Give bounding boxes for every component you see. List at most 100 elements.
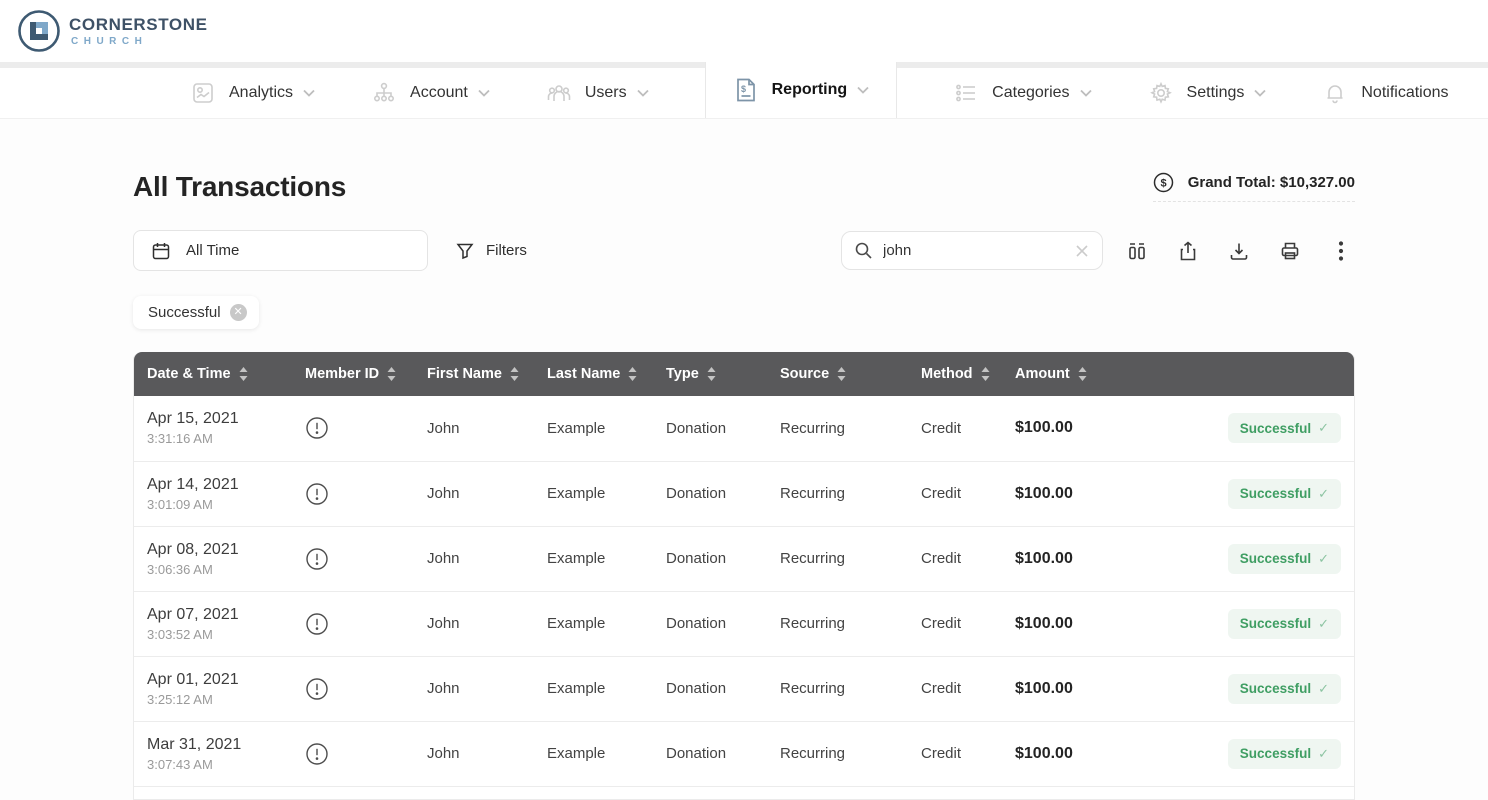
cell-status: Successful ✓ [1128,461,1354,526]
cell-amount: $100.00 [1002,591,1128,656]
chevron-down-icon [637,89,649,97]
nav-item-users[interactable]: Users [546,68,649,118]
chevron-down-icon [1080,89,1092,97]
info-icon[interactable] [305,547,414,571]
cell-date-time: Apr 08, 2021 3:06:36 AM [134,526,292,591]
grand-total-value: Grand Total: $10,327.00 [1188,174,1355,191]
filter-chip-successful[interactable]: Successful ✕ [133,296,259,329]
account-hierarchy-icon [371,80,397,106]
check-icon: ✓ [1318,420,1329,436]
cell-member-id [292,461,414,526]
cell-member-id [292,721,414,786]
brand-line1: CORNERSTONE [69,15,208,35]
categories-list-icon [953,80,979,106]
filter-chip-label: Successful [148,304,221,321]
columns-icon[interactable] [1123,237,1151,265]
cell-amount: $100.00 [1002,721,1128,786]
info-icon[interactable] [305,416,414,440]
cell-method: Credit [908,656,1002,721]
status-badge: Successful ✓ [1228,544,1341,574]
cell-status: Successful ✓ [1128,396,1354,461]
print-icon[interactable] [1276,237,1304,265]
column-header-last-name[interactable]: Last Name [534,352,653,396]
cell-last-name: Example [534,396,653,461]
column-header-date-time[interactable]: Date & Time [134,352,292,396]
date-range-select[interactable]: All Time [133,230,428,271]
status-label: Successful [1240,421,1311,436]
column-header-source[interactable]: Source [767,352,908,396]
brand-logo[interactable]: CORNERSTONE CHURCH [16,8,208,54]
column-header-method[interactable]: Method [908,352,1002,396]
cell-type: Donation [653,591,767,656]
cell-first-name: John [414,396,534,461]
table-row[interactable]: Apr 01, 2021 3:25:12 AM John Example Don… [134,656,1354,721]
more-options-kebab-icon[interactable] [1327,237,1355,265]
cell-first-name: John [414,656,534,721]
sort-icon [239,367,248,381]
sort-icon [628,367,637,381]
clear-search-icon[interactable] [1074,243,1090,259]
info-icon[interactable] [305,482,414,506]
analytics-icon [190,80,216,106]
check-icon: ✓ [1318,746,1329,762]
transaction-date: Apr 15, 2021 [147,410,292,428]
cell-status: Successful ✓ [1128,721,1354,786]
table-row[interactable]: Apr 07, 2021 3:03:52 AM John Example Don… [134,591,1354,656]
column-header-first-name[interactable]: First Name [414,352,534,396]
funnel-icon [456,242,474,260]
brand-name: CORNERSTONE CHURCH [69,15,208,47]
chevron-down-icon [857,86,869,94]
nav-item-categories[interactable]: Categories [953,68,1091,118]
cell-source: Recurring [767,591,908,656]
cell-first-name: John [414,591,534,656]
nav-item-notifications[interactable]: Notifications [1322,68,1448,118]
share-icon[interactable] [1174,237,1202,265]
download-icon[interactable] [1225,237,1253,265]
cell-type: Donation [653,461,767,526]
remove-chip-icon[interactable]: ✕ [230,304,247,321]
nav-label: Users [585,84,627,102]
filters-label: Filters [486,242,527,259]
column-header-member-id[interactable]: Member ID [292,352,414,396]
nav-label: Settings [1187,84,1245,102]
cell-last-name: Example [534,526,653,591]
main-nav: Analytics Account [0,62,1488,119]
nav-item-account[interactable]: Account [371,68,490,118]
table-row[interactable]: Apr 08, 2021 3:06:36 AM John Example Don… [134,526,1354,591]
church-logo-icon [16,8,62,54]
info-icon[interactable] [305,612,414,636]
cell-date-time: Apr 07, 2021 3:03:52 AM [134,591,292,656]
nav-item-settings[interactable]: Settings [1148,68,1267,118]
nav-item-reporting[interactable]: $ Reporting [705,62,898,118]
svg-text:$: $ [1160,178,1166,190]
info-icon[interactable] [305,742,414,766]
cell-method: Credit [908,591,1002,656]
cell-member-id [292,656,414,721]
column-header-amount[interactable]: Amount [1002,352,1128,396]
table-row[interactable]: Mar 31, 2021 3:07:43 AM John Example Don… [134,721,1354,786]
table-row[interactable]: Apr 15, 2021 3:31:16 AM John Example Don… [134,396,1354,461]
cell-first-name: John [414,526,534,591]
table-row[interactable]: Apr 14, 2021 3:01:09 AM John Example Don… [134,461,1354,526]
search-icon [854,241,873,260]
status-label: Successful [1240,746,1311,761]
check-icon: ✓ [1318,616,1329,632]
search-box [841,231,1103,270]
info-icon[interactable] [305,677,414,701]
transaction-date: Mar 31, 2021 [147,736,292,754]
column-header-type[interactable]: Type [653,352,767,396]
users-icon [546,80,572,106]
transaction-date: Apr 14, 2021 [147,476,292,494]
search-input[interactable] [883,242,1064,259]
transaction-time: 3:06:36 AM [147,562,292,577]
cell-method: Credit [908,396,1002,461]
transaction-time: 3:25:12 AM [147,692,292,707]
transaction-date: Apr 07, 2021 [147,606,292,624]
cell-last-name: Example [534,656,653,721]
transaction-time: 3:07:43 AM [147,757,292,772]
nav-label: Reporting [772,81,848,99]
status-label: Successful [1240,681,1311,696]
nav-item-analytics[interactable]: Analytics [190,68,315,118]
cell-status: Successful ✓ [1128,591,1354,656]
filters-button[interactable]: Filters [456,242,527,260]
